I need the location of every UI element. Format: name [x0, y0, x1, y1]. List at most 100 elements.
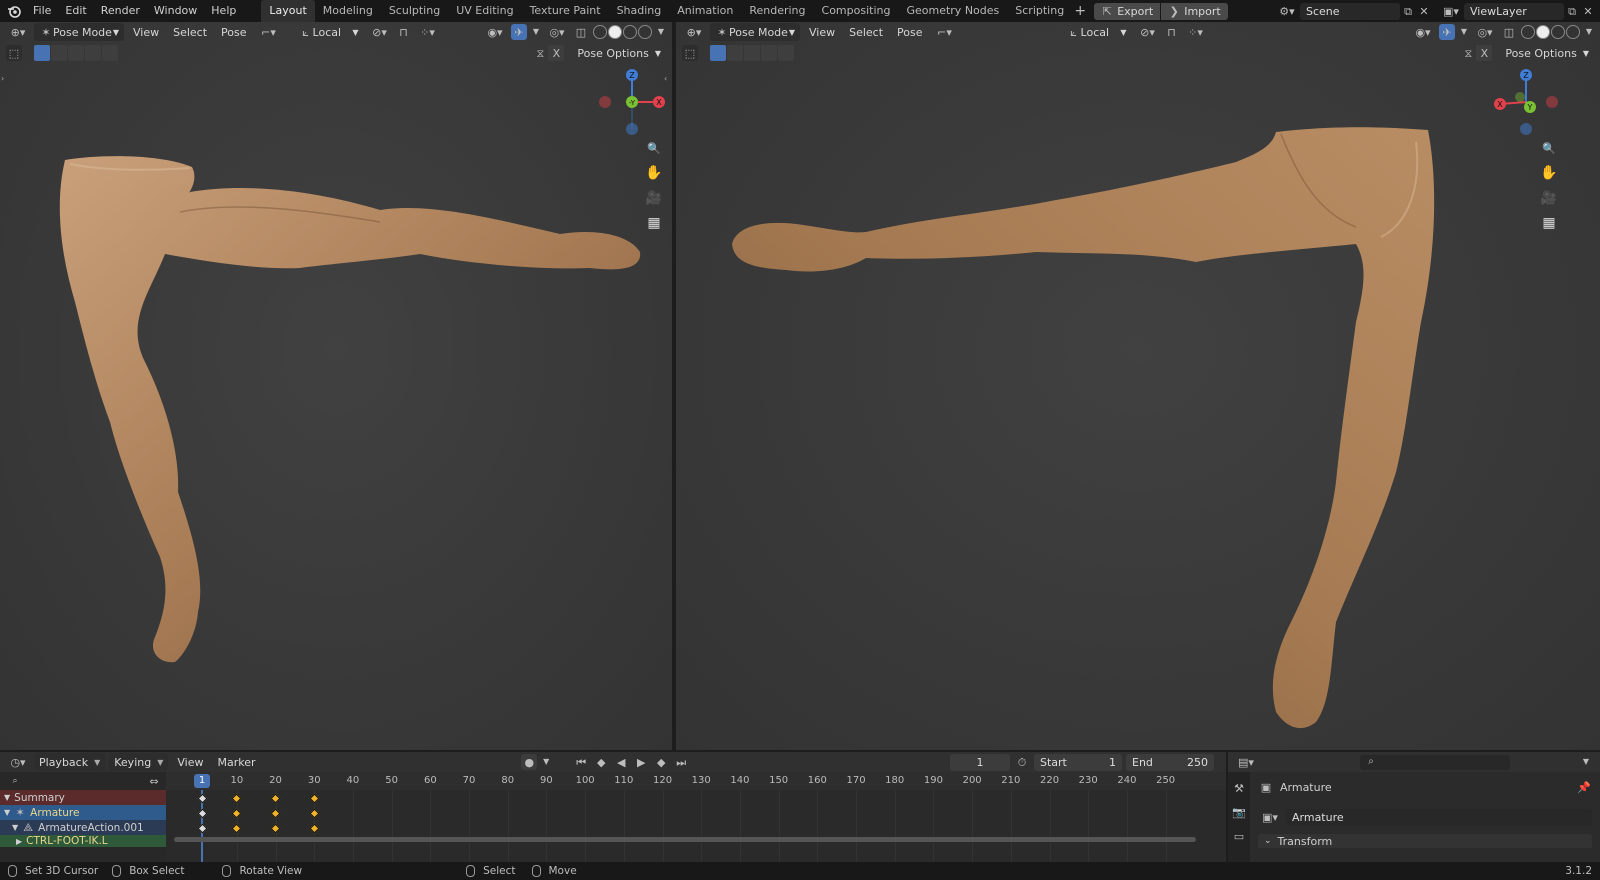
data-name-field[interactable]: Armature [1286, 808, 1592, 826]
pose-options-icon[interactable]: ⌐▾ [932, 24, 958, 40]
x-mirror-icon[interactable]: X [548, 45, 565, 61]
select-subtract-icon[interactable] [68, 45, 84, 61]
gizmo-toggle-icon[interactable]: ✈ [1439, 24, 1455, 40]
menu-render[interactable]: Render [94, 0, 147, 22]
shading-dropdown-icon[interactable]: ▼ [656, 24, 666, 40]
viewport-right[interactable]: ⊕▾ ✶ Pose Mode ▼ View Select Pose ⌐▾ ⟀ L… [676, 22, 1600, 750]
channel-search-input[interactable]: ⌕ [4, 774, 144, 788]
editor-type-icon[interactable]: ⊕▾ [6, 24, 30, 40]
keyframe-marker[interactable] [270, 823, 281, 833]
menu-select[interactable]: Select [844, 23, 888, 41]
expand-icon[interactable]: ▼ [4, 808, 10, 817]
new-scene-icon[interactable]: ⧉ [1400, 3, 1416, 19]
visibility-icon[interactable]: ◉▾ [1411, 24, 1435, 40]
wireframe-shading-icon[interactable] [1521, 25, 1535, 39]
new-view-layer-icon[interactable]: ⧉ [1564, 3, 1580, 19]
tool-tab-icon[interactable]: ⚒ [1231, 780, 1247, 796]
zoom-icon[interactable]: 🔍 [1538, 137, 1560, 159]
tab-compositing[interactable]: Compositing [814, 0, 899, 22]
tab-animation[interactable]: Animation [669, 0, 741, 22]
solid-shading-icon[interactable] [1536, 25, 1550, 39]
keyframe-marker[interactable] [197, 793, 207, 803]
channel-summary[interactable]: ▼ Summary [0, 790, 166, 805]
pin-icon[interactable]: 📌 [1576, 779, 1592, 795]
jump-end-icon[interactable]: ⏭ [673, 754, 689, 770]
frame-ruler[interactable]: 10 20 30 40 50 60 70 80 90 100 110 120 130 140 150 160 1… [166, 772, 1226, 790]
playhead-label[interactable]: 1 [194, 774, 210, 788]
data-browse-icon[interactable]: ▣▾ [1258, 809, 1282, 825]
select-intersect-icon[interactable] [102, 45, 118, 61]
orientation-dropdown[interactable]: ⟀ Local ▼ [294, 23, 364, 41]
menu-pose[interactable]: Pose [892, 23, 927, 41]
menu-edit[interactable]: Edit [58, 0, 93, 22]
keyframe-area[interactable] [166, 790, 1226, 870]
jump-start-icon[interactable]: ⏮ [573, 754, 589, 770]
expand-icon[interactable]: ▼ [4, 793, 10, 802]
play-reverse-icon[interactable]: ◀ [613, 754, 629, 770]
rendered-shading-icon[interactable] [1566, 25, 1580, 39]
scene-selector-icon[interactable]: ⚙▾ [1274, 3, 1300, 19]
pan-hand-icon[interactable]: ✋ [1538, 162, 1560, 184]
keying-dropdown[interactable]: Keying ▼ [109, 753, 169, 771]
render-tab-icon[interactable]: 📷 [1231, 804, 1247, 820]
leg-model-left[interactable] [0, 22, 672, 750]
export-button[interactable]: ⇱ Export [1094, 2, 1161, 20]
channel-bone[interactable]: ▶ CTRL-FOOT-IK.L [0, 835, 166, 847]
blender-logo-icon[interactable] [6, 3, 22, 19]
select-intersect-icon[interactable] [778, 45, 794, 61]
gizmo-dropdown-icon[interactable]: ▼ [531, 24, 541, 40]
preview-range-icon[interactable]: ⏱ [1014, 754, 1030, 770]
gizmo-toggle-icon[interactable]: ✈ [511, 24, 527, 40]
select-subtract-icon[interactable] [744, 45, 760, 61]
keyframe-marker[interactable] [197, 808, 207, 818]
pan-hand-icon[interactable]: ✋ [643, 162, 665, 184]
keyframe-marker[interactable] [197, 823, 207, 833]
pose-mirror-icon[interactable]: ⧖ [1460, 45, 1476, 61]
properties-options-icon[interactable]: ▼ [1578, 754, 1594, 770]
select-invert-icon[interactable] [85, 45, 101, 61]
scene-name-field[interactable]: Scene [1300, 2, 1400, 20]
keyframe-marker[interactable] [231, 823, 242, 833]
menu-view[interactable]: View [128, 23, 164, 41]
expand-icon[interactable]: ▼ [12, 823, 18, 832]
tab-layout[interactable]: Layout [261, 0, 315, 22]
material-shading-icon[interactable] [623, 25, 637, 39]
tab-uv-editing[interactable]: UV Editing [448, 0, 521, 22]
select-extend-icon[interactable] [51, 45, 67, 61]
keyframe-marker[interactable] [309, 793, 320, 803]
select-extend-icon[interactable] [727, 45, 743, 61]
select-new-icon[interactable] [34, 45, 50, 61]
properties-search-input[interactable]: ⌕ [1360, 754, 1510, 770]
keyframe-marker[interactable] [270, 808, 281, 818]
mode-dropdown[interactable]: ✶ Pose Mode ▼ [710, 23, 800, 41]
current-frame-field[interactable]: 1 [950, 753, 1010, 771]
leg-model-right[interactable] [676, 22, 1600, 750]
leg-mesh-left[interactable] [59, 156, 641, 663]
rendered-shading-icon[interactable] [638, 25, 652, 39]
playback-dropdown[interactable]: Playback ▼ [34, 753, 106, 771]
add-workspace-icon[interactable]: + [1072, 3, 1088, 19]
pivot-icon[interactable]: ⊘▾ [368, 24, 392, 40]
shading-dropdown-icon[interactable]: ▼ [1584, 24, 1594, 40]
leg-mesh-right[interactable] [732, 127, 1435, 729]
output-tab-icon[interactable]: ▭ [1231, 828, 1247, 844]
sidebar-expand-icon[interactable]: ‹ [664, 74, 667, 83]
snap-target-icon[interactable]: ⁘▾ [416, 24, 440, 40]
snap-target-icon[interactable]: ⁘▾ [1184, 24, 1208, 40]
expand-icon[interactable]: ▶ [16, 837, 22, 846]
tab-sculpting[interactable]: Sculpting [381, 0, 448, 22]
tab-geometry-nodes[interactable]: Geometry Nodes [898, 0, 1007, 22]
select-tool-icon[interactable]: ⬚ [6, 45, 22, 61]
menu-select[interactable]: Select [168, 23, 212, 41]
properties-editor-type-icon[interactable]: ▤▾ [1234, 754, 1258, 770]
keyframe-marker[interactable] [231, 808, 242, 818]
mode-dropdown[interactable]: ✶ Pose Mode ▼ [34, 23, 124, 41]
toolbar-expand-icon[interactable]: › [1, 74, 4, 83]
keyframe-marker[interactable] [309, 808, 320, 818]
x-mirror-icon[interactable]: X [1476, 45, 1493, 61]
delete-scene-icon[interactable]: ✕ [1416, 3, 1432, 19]
view-layer-selector-icon[interactable]: ▣▾ [1438, 3, 1464, 19]
xray-icon[interactable]: ◫ [1501, 24, 1517, 40]
pose-mirror-icon[interactable]: ⧖ [532, 45, 548, 61]
play-icon[interactable]: ▶ [633, 754, 649, 770]
